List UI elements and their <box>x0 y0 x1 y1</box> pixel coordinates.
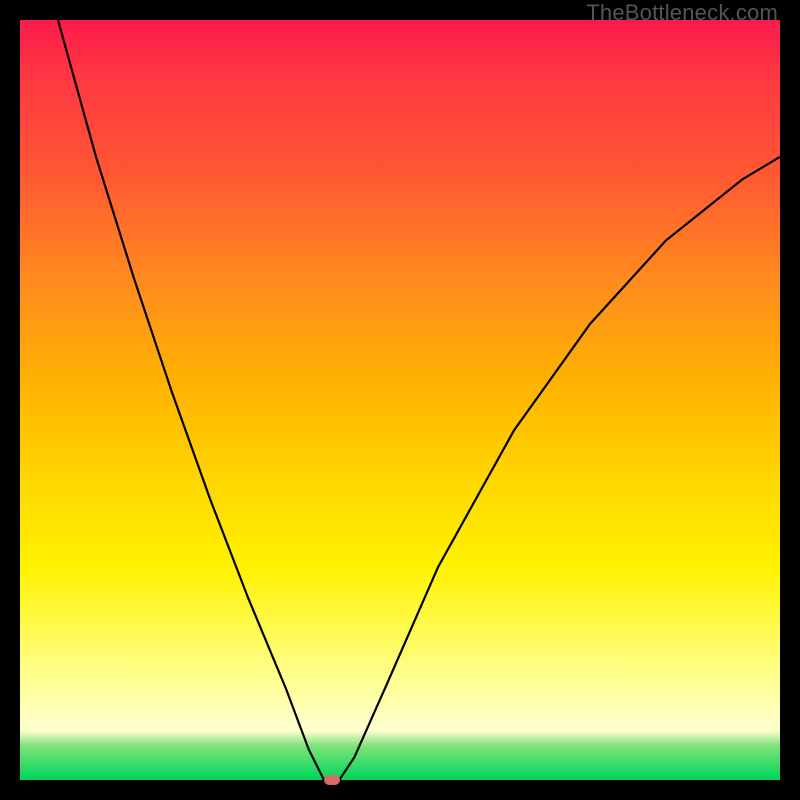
chart-plot-area <box>20 20 780 780</box>
optimal-marker <box>324 775 340 785</box>
bottleneck-curve <box>20 20 780 780</box>
curve-path <box>58 20 780 780</box>
